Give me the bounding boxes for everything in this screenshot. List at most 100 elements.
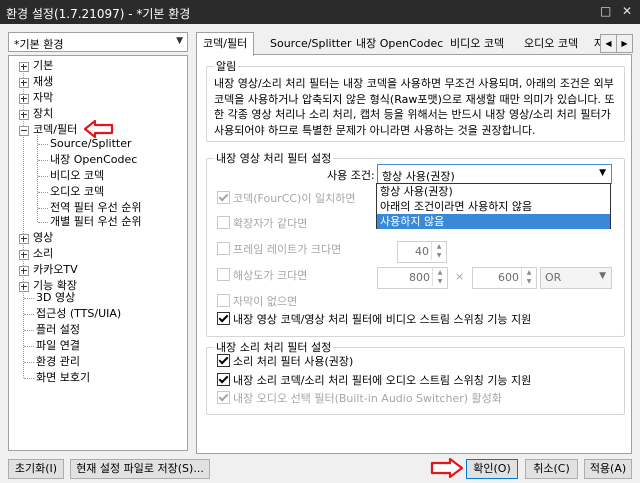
reset-button[interactable]: 초기화(I) [8, 459, 64, 479]
framerate-stepper[interactable]: 40 ▲ ▼ [397, 241, 447, 263]
tree-line [38, 208, 48, 209]
tab-scroll-left-icon[interactable]: ◀ [600, 34, 617, 53]
stepper-arrows-icon[interactable]: ▲ ▼ [521, 268, 536, 286]
checkbox-box[interactable] [217, 312, 230, 325]
expand-icon[interactable] [19, 250, 29, 260]
checkbox-box[interactable] [217, 268, 230, 281]
tree-item-opencodec[interactable]: 내장 OpenCodec [50, 152, 137, 168]
notice-text: 내장 영상/소리 처리 필터는 내장 코덱을 사용하면 무조건 사용되며, 아래… [214, 77, 615, 137]
tree-line [24, 362, 34, 363]
notice-group: 알림 내장 영상/소리 처리 필터는 내장 코덱을 사용하면 무조건 사용되며,… [206, 58, 625, 142]
tab-codec-filter[interactable]: 코덱/필터 [196, 32, 255, 56]
framerate-checkbox[interactable]: 프레임 레이트가 크다면 [217, 242, 341, 258]
tree-item-accessibility[interactable]: 접근성 (TTS/UIA) [36, 306, 121, 322]
checkbox-box[interactable] [217, 294, 230, 307]
checkbox-box[interactable] [217, 242, 230, 255]
resolution-width-stepper[interactable]: 800 ▲ ▼ [377, 267, 448, 289]
tree-item-individual-priority[interactable]: 개별 필터 우선 순위 [50, 214, 141, 230]
option-never[interactable]: 사용하지 않음 [377, 214, 610, 229]
option-always[interactable]: 항상 사용(권장) [377, 184, 610, 199]
use-condition-list[interactable]: 항상 사용(권장) 아래의 조건이라면 사용하지 않음 사용하지 않음 [376, 183, 611, 229]
chevron-down-icon: ▼ [599, 168, 606, 178]
resolution-operator-dropdown[interactable]: OR ▼ [540, 267, 612, 289]
stepper-arrows-icon[interactable]: ▲ ▼ [432, 268, 447, 286]
tree-item-subtitle[interactable]: 자막 [19, 90, 53, 106]
fourcc-checkbox[interactable]: 코덱(FourCC)이 일치하면 [217, 191, 355, 207]
tree-line [24, 298, 34, 299]
settings-panel: 알림 내장 영상/소리 처리 필터는 내장 코덱을 사용하면 무조건 사용되며,… [196, 54, 632, 454]
use-condition-label: 사용 조건: [327, 169, 375, 182]
tree-item-video-codec[interactable]: 비디오 코덱 [50, 168, 104, 184]
video-filter-legend: 내장 영상 처리 필터 설정 [216, 152, 332, 165]
expand-icon[interactable] [19, 62, 29, 72]
tree-item-env-manage[interactable]: 환경 관리 [36, 354, 80, 370]
notice-legend: 알림 [216, 60, 237, 73]
tree-item-video[interactable]: 영상 [19, 230, 53, 246]
checkbox-box[interactable] [217, 373, 230, 386]
stepper-arrows-icon[interactable]: ▲ ▼ [431, 242, 446, 260]
maximize-icon[interactable]: □ [600, 4, 611, 18]
checkbox-box[interactable] [217, 191, 230, 204]
checkbox-box[interactable] [217, 391, 230, 404]
chevron-down-icon: ▼ [599, 271, 606, 281]
save-current-button[interactable]: 현재 설정 파일로 저장(S)... [70, 459, 210, 479]
tree-line [38, 176, 48, 177]
tree-item-3d[interactable]: 3D 영상 [36, 290, 75, 306]
audio-filter-legend: 내장 소리 처리 필터 설정 [216, 341, 332, 354]
tree-item-device[interactable]: 장치 [19, 106, 53, 122]
audio-filter-checkbox[interactable]: 소리 처리 필터 사용(권장) [217, 354, 353, 370]
tree-item-sound[interactable]: 소리 [19, 246, 53, 262]
tree-item-screensaver[interactable]: 화면 보호기 [36, 370, 90, 386]
collapse-icon[interactable] [19, 126, 29, 136]
resolution-checkbox[interactable]: 해상도가 크다면 [217, 268, 307, 284]
expand-icon[interactable] [19, 110, 29, 120]
profile-dropdown[interactable]: *기본 환경 ▼ [8, 32, 188, 52]
expand-icon[interactable] [19, 78, 29, 88]
tree-line [38, 144, 48, 145]
title-bar: 환경 설정(1.7.21097) - *기본 환경 □ ✕ [0, 0, 640, 24]
window-title: 환경 설정(1.7.21097) - *기본 환경 [6, 7, 191, 21]
tree-item-kakaotv[interactable]: 카카오TV [19, 262, 78, 278]
tree-item-file-assoc[interactable]: 파일 연결 [36, 338, 80, 354]
expand-icon[interactable] [19, 234, 29, 244]
audio-switcher-checkbox[interactable]: 내장 오디오 선택 필터(Built-in Audio Switcher) 활성… [217, 391, 502, 407]
audio-switch-checkbox[interactable]: 내장 소리 코덱/소리 처리 필터에 오디오 스트림 스위칭 기능 지원 [217, 373, 531, 389]
profile-value: *기본 환경 [14, 38, 64, 51]
expand-icon[interactable] [19, 94, 29, 104]
resolution-height-stepper[interactable]: 600 ▲ ▼ [472, 267, 537, 289]
no-subtitle-checkbox[interactable]: 자막이 없으면 [217, 294, 297, 310]
expand-icon[interactable] [19, 282, 29, 292]
tree-line [24, 314, 34, 315]
tree-item-playback[interactable]: 재생 [19, 74, 53, 90]
tab-strip: 코덱/필터 Source/Splitter 내장 OpenCodec 비디오 코… [196, 32, 633, 56]
close-icon[interactable]: ✕ [622, 4, 632, 18]
tree-line [38, 222, 48, 223]
tab-opencodec[interactable]: 내장 OpenCodec [350, 34, 449, 53]
annotation-arrow-icon [430, 457, 464, 479]
tree-line [24, 346, 34, 347]
tab-audio-codec[interactable]: 오디오 코덱 [518, 34, 584, 53]
checkbox-box[interactable] [217, 216, 230, 229]
tree-line [24, 330, 34, 331]
apply-button[interactable]: 적용(A) [584, 459, 632, 479]
extension-checkbox[interactable]: 확장자가 같다면 [217, 216, 307, 232]
ok-button[interactable]: 확인(O) [466, 459, 518, 479]
tree-line [38, 160, 48, 161]
expand-icon[interactable] [19, 266, 29, 276]
times-sign: × [455, 270, 465, 283]
tree-item-basic[interactable]: 기본 [19, 58, 53, 74]
video-switch-checkbox[interactable]: 내장 영상 코덱/영상 처리 필터에 비디오 스트림 스위칭 기능 지원 [217, 312, 531, 328]
tab-video-codec[interactable]: 비디오 코덱 [444, 34, 510, 53]
tree-item-player-settings[interactable]: 플러 설정 [36, 322, 80, 338]
cancel-button[interactable]: 취소(C) [525, 459, 578, 479]
checkbox-box[interactable] [217, 354, 230, 367]
use-condition-dropdown[interactable]: 항상 사용(권장) ▼ [377, 164, 612, 184]
tree-line [24, 378, 34, 379]
option-conditional[interactable]: 아래의 조건이라면 사용하지 않음 [377, 199, 610, 214]
tree-line [38, 192, 48, 193]
tab-scroll-right-icon[interactable]: ▶ [616, 34, 633, 53]
settings-tree[interactable]: 기본 재생 자막 장치 코덱/필터 Source/Splitter 내장 Ope… [8, 55, 188, 451]
tree-item-audio-codec[interactable]: 오디오 코덱 [50, 184, 104, 200]
tab-source-splitter[interactable]: Source/Splitter [264, 34, 357, 53]
annotation-arrow-icon [84, 119, 114, 139]
